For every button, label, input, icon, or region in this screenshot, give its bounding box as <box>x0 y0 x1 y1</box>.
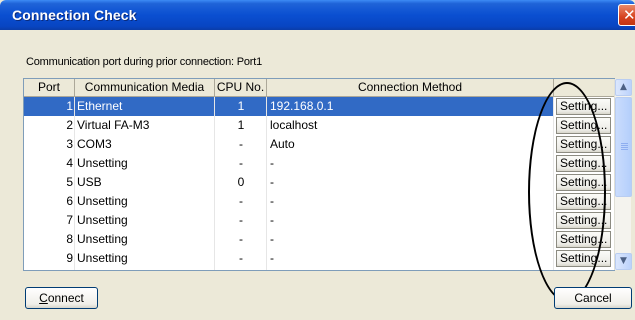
method-cell: 192.168.0.1 <box>267 97 554 116</box>
port-cell: 2 <box>66 118 73 132</box>
method-cell: - <box>270 156 274 170</box>
connect-button[interactable]: Connect <box>25 287 98 309</box>
table-row[interactable]: 5 USB 0- Setting... <box>24 173 614 192</box>
column-divider <box>74 97 75 270</box>
port-cell: 3 <box>66 137 73 151</box>
connection-table: Port Communication Media CPU No. Connect… <box>23 78 615 271</box>
connection-check-dialog: Connection Check ✕ Communication port du… <box>0 0 635 320</box>
thumb-grip <box>621 149 628 150</box>
method-cell: - <box>270 194 274 208</box>
method-cell: - <box>270 213 274 227</box>
cpu-cell: - <box>239 213 243 227</box>
cpu-cell: 1 <box>215 97 267 116</box>
table-row[interactable]: 1 Ethernet 1 192.168.0.1 Setting... <box>24 97 614 116</box>
table-row[interactable]: 3 COM3- Auto Setting... <box>24 135 614 154</box>
cpu-cell: - <box>239 137 243 151</box>
title-bar[interactable]: Connection Check ✕ <box>0 0 635 30</box>
cpu-cell: 0 <box>237 175 245 189</box>
media-cell: Unsetting <box>77 194 128 208</box>
thumb-grip <box>621 145 628 146</box>
cancel-button[interactable]: Cancel <box>554 287 632 309</box>
cpu-cell: 1 <box>237 118 245 132</box>
scroll-up-arrow-icon: ▲ <box>620 82 627 92</box>
port-cell: 7 <box>66 213 73 227</box>
thumb-grip <box>621 143 628 144</box>
media-cell: Ethernet <box>75 97 215 116</box>
column-header-media[interactable]: Communication Media <box>75 79 215 97</box>
scrollbar-thumb[interactable] <box>615 97 632 197</box>
table-row[interactable]: 2 Virtual FA-M3 1 localhost Setting... <box>24 116 614 135</box>
media-cell: Unsetting <box>77 213 128 227</box>
port-cell: 9 <box>66 251 73 265</box>
thumb-grip <box>621 147 628 148</box>
column-divider <box>214 97 215 270</box>
port-cell: 5 <box>66 175 73 189</box>
column-header-cpu[interactable]: CPU No. <box>215 79 267 97</box>
column-header-port[interactable]: Port <box>24 79 75 97</box>
media-cell: COM3 <box>77 137 112 151</box>
table-row[interactable]: 6 Unsetting - - Setting... <box>24 192 614 211</box>
media-cell: Unsetting <box>77 232 128 246</box>
method-cell: - <box>270 175 274 189</box>
method-cell: - <box>270 251 274 265</box>
media-cell: Unsetting <box>77 156 128 170</box>
highlight-ellipse <box>528 82 606 302</box>
table-row[interactable]: 8 Unsetting - - Setting... <box>24 230 614 249</box>
media-cell: Unsetting <box>77 251 128 265</box>
cpu-cell: - <box>239 232 243 246</box>
close-icon: ✕ <box>623 6 635 24</box>
media-cell: Virtual FA-M3 <box>77 118 150 132</box>
table-row[interactable]: 9 Unsetting - - Setting... <box>24 249 614 268</box>
port-cell: 1 <box>24 97 75 116</box>
cpu-cell: - <box>239 251 243 265</box>
cpu-cell: - <box>239 194 243 208</box>
method-cell: Auto <box>270 137 295 151</box>
column-divider <box>266 97 267 270</box>
prior-connection-info: Communication port during prior connecti… <box>26 56 262 68</box>
port-cell: 6 <box>66 194 73 208</box>
connect-mnemonic: C <box>39 291 48 305</box>
media-cell: USB <box>77 175 102 189</box>
scroll-down-arrow-icon: ▼ <box>620 256 627 266</box>
method-cell: - <box>270 232 274 246</box>
scroll-down-button[interactable]: ▼ <box>615 253 632 270</box>
port-cell: 4 <box>66 156 73 170</box>
close-button[interactable]: ✕ <box>618 4 635 26</box>
table-row[interactable]: 7 Unsetting - - Setting... <box>24 211 614 230</box>
window-title: Connection Check <box>12 7 137 23</box>
vertical-scrollbar[interactable]: ▲ ▼ <box>614 79 632 270</box>
cpu-cell: - <box>239 156 243 170</box>
table-row[interactable]: 4 Unsetting - - Setting... <box>24 154 614 173</box>
column-header-method[interactable]: Connection Method <box>267 79 554 97</box>
method-cell: localhost <box>270 118 318 132</box>
scroll-up-button[interactable]: ▲ <box>615 79 632 96</box>
port-cell: 8 <box>66 232 73 246</box>
connect-label: onnect <box>47 291 84 305</box>
